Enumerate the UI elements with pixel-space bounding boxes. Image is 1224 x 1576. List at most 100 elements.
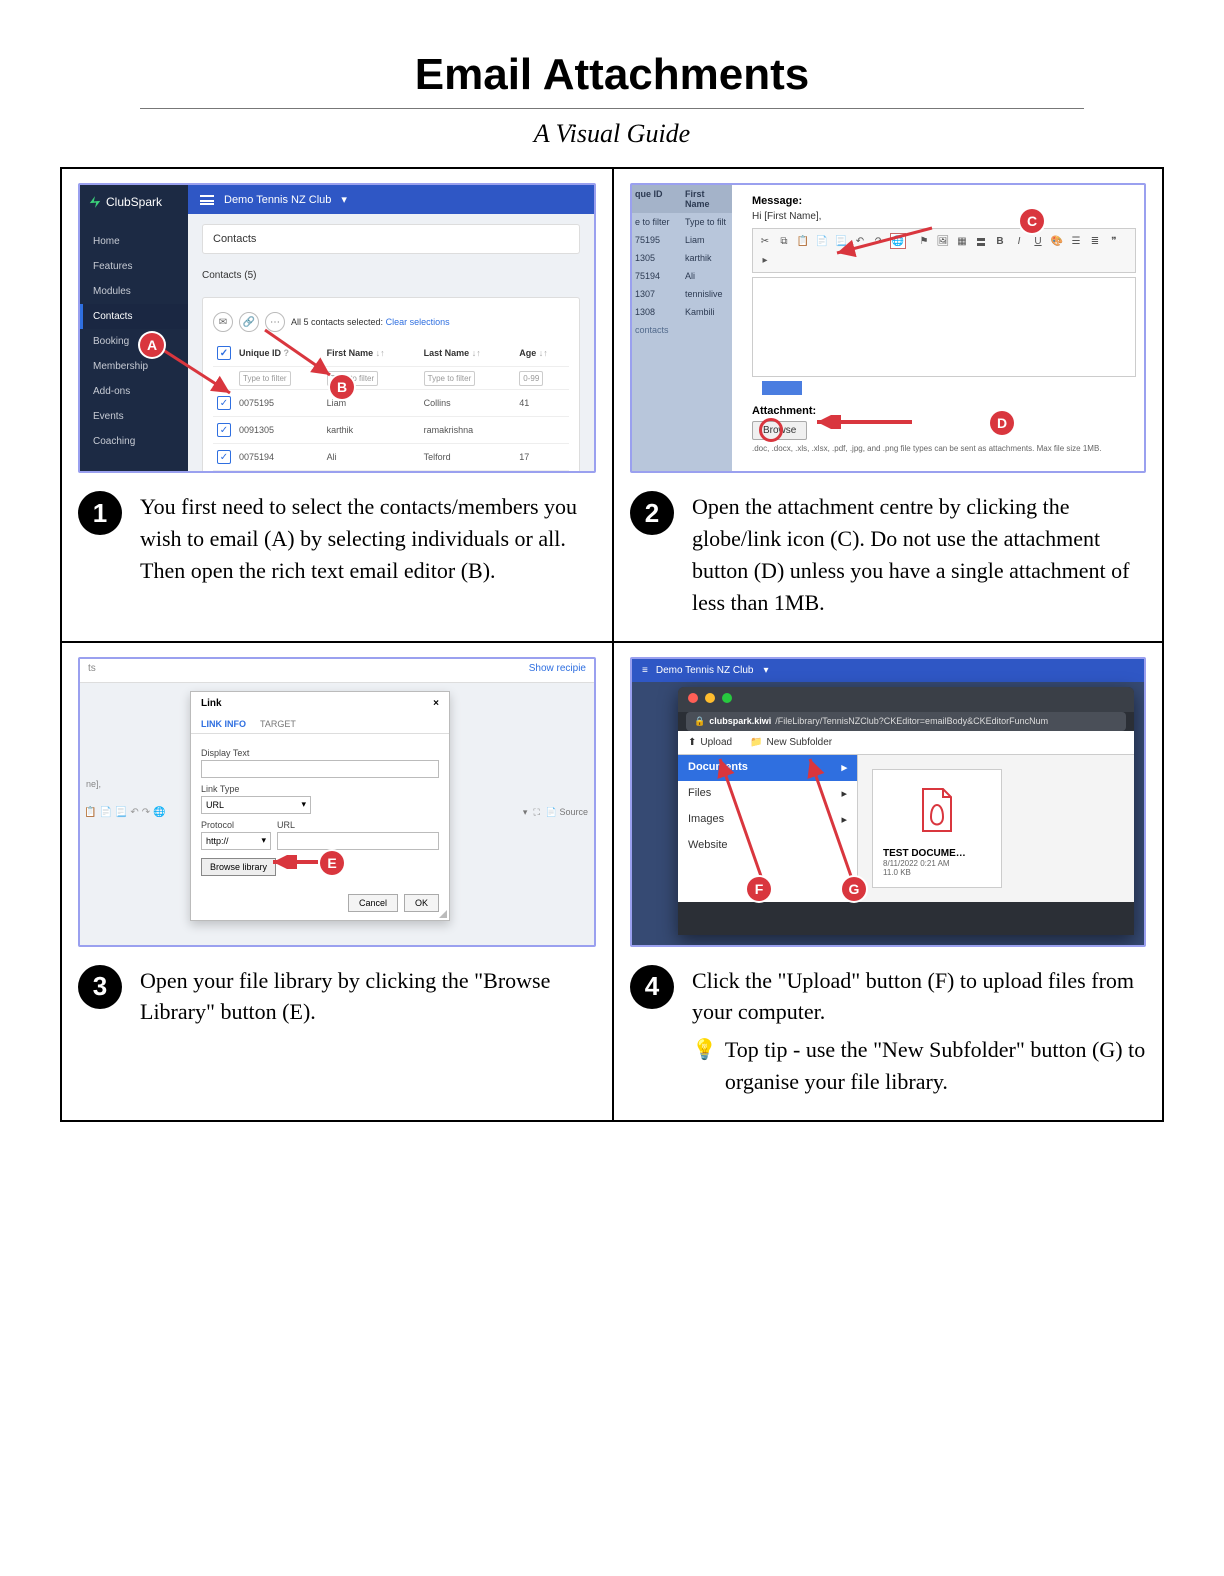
globe-link-icon[interactable]: 🌐 xyxy=(153,807,165,818)
new-subfolder-button[interactable]: 📁New Subfolder xyxy=(746,735,836,750)
bg-toolbar-icons: 📋 📄 📃 ↶ ↷ 🌐 xyxy=(84,807,166,818)
step-2-cell: que IDFirst Name e to filterType to filt… xyxy=(612,167,1164,641)
menu-icon[interactable] xyxy=(200,195,214,205)
sidebar-item-modules[interactable]: Modules xyxy=(80,279,188,304)
underline-icon[interactable]: U xyxy=(1030,233,1046,249)
editor-tag xyxy=(762,381,802,395)
italic-icon[interactable]: I xyxy=(1011,233,1027,249)
table-row[interactable]: 1307tennislive xyxy=(632,285,732,303)
bold-icon[interactable]: B xyxy=(992,233,1008,249)
chevron-down-icon[interactable]: ▾ xyxy=(763,665,768,676)
red-circle-d-target xyxy=(759,418,783,442)
chevron-down-icon[interactable]: ▾ xyxy=(341,193,347,206)
paste-word-icon[interactable]: 📃 xyxy=(115,807,127,818)
display-text-input[interactable] xyxy=(201,760,439,778)
paste-icon[interactable]: 📋 xyxy=(795,233,811,249)
ul-icon[interactable]: ≣ xyxy=(1087,233,1103,249)
copy-icon[interactable]: ⧉ xyxy=(776,233,792,249)
color-icon[interactable]: 🎨 xyxy=(1049,233,1065,249)
step-4-text: Click the "Upload" button (F) to upload … xyxy=(692,965,1146,1099)
lightbulb-icon: 💡 xyxy=(692,1036,717,1065)
cut-icon[interactable]: ✂ xyxy=(757,233,773,249)
window-controls[interactable] xyxy=(688,693,736,706)
close-dot-icon[interactable] xyxy=(688,693,698,703)
club-name[interactable]: Demo Tennis NZ Club xyxy=(656,665,754,676)
table-row[interactable]: 1308Kambili xyxy=(632,303,732,321)
step-number-3: 3 xyxy=(78,965,122,1009)
protocol-select[interactable]: http://▾ xyxy=(201,832,271,850)
source-button[interactable]: 📄 Source xyxy=(546,807,588,818)
table-row[interactable]: ✓ 0075194AliTelford17 xyxy=(213,444,569,471)
table-row[interactable]: 1305karthik xyxy=(632,249,732,267)
arrow-d xyxy=(812,415,922,429)
maximize-icon[interactable]: ⛶ xyxy=(533,807,539,818)
tab-target[interactable]: TARGET xyxy=(260,715,296,733)
sidebar-item-coaching[interactable]: Coaching xyxy=(80,429,188,454)
dropdown-icon[interactable]: ▾ xyxy=(523,807,528,818)
min-dot-icon[interactable] xyxy=(705,693,715,703)
paste-text-icon[interactable]: 📄 xyxy=(99,807,111,818)
redo-icon[interactable]: ↷ xyxy=(142,807,150,818)
menu-icon[interactable]: ≡ xyxy=(642,665,646,676)
table-icon[interactable]: ▦ xyxy=(954,233,970,249)
step-4-cell: ≡ Demo Tennis NZ Club ▾ 🔒 clubspa xyxy=(612,641,1164,1123)
clubspark-sidebar: ClubSpark Home Features Modules Contacts… xyxy=(80,185,188,471)
link-type-label: Link Type xyxy=(201,784,439,794)
editor-body[interactable] xyxy=(752,277,1136,377)
more-icon[interactable]: ▸ xyxy=(757,252,773,268)
url-input[interactable] xyxy=(277,832,439,850)
browse-library-button[interactable]: Browse library xyxy=(201,858,276,876)
step-2-text: Open the attachment centre by clicking t… xyxy=(692,491,1146,619)
page-subtitle: A Visual Guide xyxy=(60,119,1164,149)
browse-attachment-button[interactable]: Browse xyxy=(752,421,807,440)
close-icon[interactable]: × xyxy=(433,698,439,709)
pdf-icon xyxy=(883,780,991,840)
email-icon[interactable]: ✉ xyxy=(213,312,233,332)
clear-selections-link[interactable]: Clear selections xyxy=(386,317,450,327)
marker-c: C xyxy=(1020,209,1044,233)
table-row[interactable]: 75195Liam xyxy=(632,231,732,249)
table-row[interactable]: ✓ 0091305karthikramakrishna xyxy=(213,417,569,444)
resize-handle-icon[interactable] xyxy=(439,910,447,918)
link-icon[interactable]: 🔗 xyxy=(239,312,259,332)
row-checkbox[interactable]: ✓ xyxy=(217,423,231,437)
col-age[interactable]: Age ↓↑ xyxy=(515,340,569,367)
filter-age[interactable]: 0-99 xyxy=(519,371,543,386)
link-type-select[interactable]: URL▾ xyxy=(201,796,311,814)
upload-button[interactable]: ⬆Upload xyxy=(684,735,736,750)
sidebar-item-features[interactable]: Features xyxy=(80,254,188,279)
col-last-name[interactable]: Last Name ↓↑ xyxy=(420,340,516,367)
upload-icon: ⬆ xyxy=(688,737,696,748)
hr-icon[interactable]: 〓 xyxy=(973,233,989,249)
undo-icon[interactable]: ↶ xyxy=(130,807,138,818)
file-item[interactable]: TEST DOCUME… 8/11/2022 0:21 AM 11.0 KB xyxy=(872,769,1002,888)
paste-text-icon[interactable]: 📄 xyxy=(814,233,830,249)
sidebar-item-events[interactable]: Events xyxy=(80,404,188,429)
ok-button[interactable]: OK xyxy=(404,894,439,912)
step-1-text: You first need to select the contacts/me… xyxy=(140,491,596,587)
editor-toolbar: ✂ ⧉ 📋 📄 📃 ↶ ↷ 🌐 ⚑ 🖼 ▦ 〓 B xyxy=(752,228,1136,273)
table-row[interactable]: 75194Ali xyxy=(632,267,732,285)
sidebar-item-home[interactable]: Home xyxy=(80,229,188,254)
library-toolbar: ⬆Upload 📁New Subfolder xyxy=(678,731,1134,755)
contacts-count: Contacts (5) xyxy=(202,262,580,289)
filter-ln[interactable]: Type to filter xyxy=(424,371,476,386)
ol-icon[interactable]: ☰ xyxy=(1068,233,1084,249)
attachment-note: .doc, .docx, .xls, .xlsx, .pdf, .jpg, an… xyxy=(752,444,1136,453)
mini-contacts-table: que IDFirst Name e to filterType to filt… xyxy=(632,185,732,471)
screenshot-1: ClubSpark Home Features Modules Contacts… xyxy=(78,183,596,473)
club-name[interactable]: Demo Tennis NZ Club xyxy=(224,194,331,206)
paste-icon[interactable]: 📋 xyxy=(84,807,96,818)
show-recipients-link[interactable]: Show recipie xyxy=(529,663,586,678)
table-row[interactable]: ✓ 0075195LiamCollins41 xyxy=(213,390,569,417)
bg-text-ts: ts xyxy=(88,663,96,678)
row-checkbox[interactable]: ✓ xyxy=(217,450,231,464)
address-bar[interactable]: 🔒 clubspark.kiwi/FileLibrary/TennisNZClu… xyxy=(686,712,1126,731)
cancel-button[interactable]: Cancel xyxy=(348,894,398,912)
tab-link-info[interactable]: LINK INFO xyxy=(201,715,246,733)
marker-e: E xyxy=(320,851,344,875)
clubspark-topbar: Demo Tennis NZ Club ▾ xyxy=(188,185,594,214)
sidebar-item-contacts[interactable]: Contacts xyxy=(80,304,188,329)
quote-icon[interactable]: ❞ xyxy=(1106,233,1122,249)
max-dot-icon[interactable] xyxy=(722,693,732,703)
